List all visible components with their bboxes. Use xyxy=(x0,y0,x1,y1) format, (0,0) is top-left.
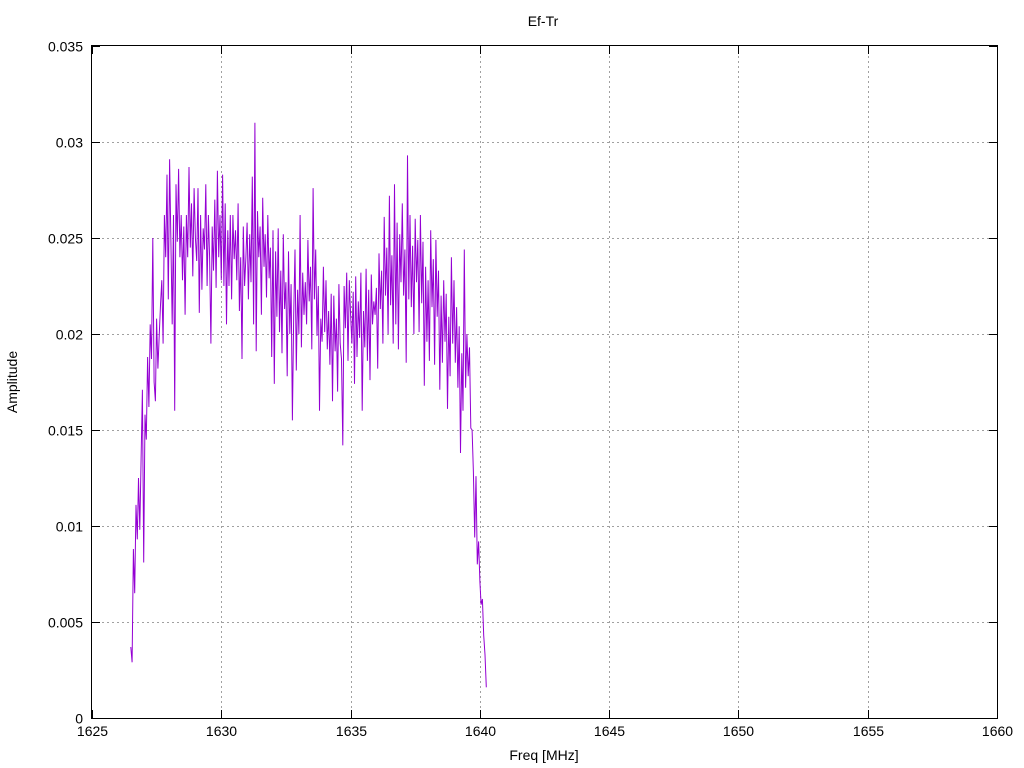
x-tick-label: 1635 xyxy=(336,723,367,739)
y-tick-label: 0.005 xyxy=(48,615,83,631)
x-tick-label: 1625 xyxy=(77,723,108,739)
line-chart: Ef-Tr 00.0050.010.0150.020.0250.030.035 … xyxy=(4,13,1013,763)
plot-frame xyxy=(91,45,998,719)
y-tick-labels: 00.0050.010.0150.020.0250.030.035 xyxy=(48,39,83,727)
x-tick-label: 1645 xyxy=(594,723,625,739)
x-axis-label: Freq [MHz] xyxy=(509,747,578,763)
x-tick-label: 1640 xyxy=(465,723,496,739)
x-tick-label: 1630 xyxy=(206,723,237,739)
chart-title: Ef-Tr xyxy=(528,13,559,29)
y-tick-label: 0.025 xyxy=(48,231,83,247)
x-tick-label: 1650 xyxy=(723,723,754,739)
y-axis-label: Amplitude xyxy=(4,351,20,413)
y-tick-label: 0.035 xyxy=(48,39,83,55)
y-tick-label: 0.02 xyxy=(56,327,83,343)
series-line xyxy=(130,122,487,688)
y-tick-label: 0.03 xyxy=(56,135,83,151)
x-tick-label: 1660 xyxy=(982,723,1013,739)
x-tick-label: 1655 xyxy=(853,723,884,739)
axis-ticks xyxy=(92,46,998,719)
y-tick-label: 0.01 xyxy=(56,519,83,535)
y-tick-label: 0.015 xyxy=(48,423,83,439)
grid-lines xyxy=(92,46,997,718)
x-tick-labels: 1625 1630 1635 1640 1645 1650 1655 1660 xyxy=(77,723,1013,739)
